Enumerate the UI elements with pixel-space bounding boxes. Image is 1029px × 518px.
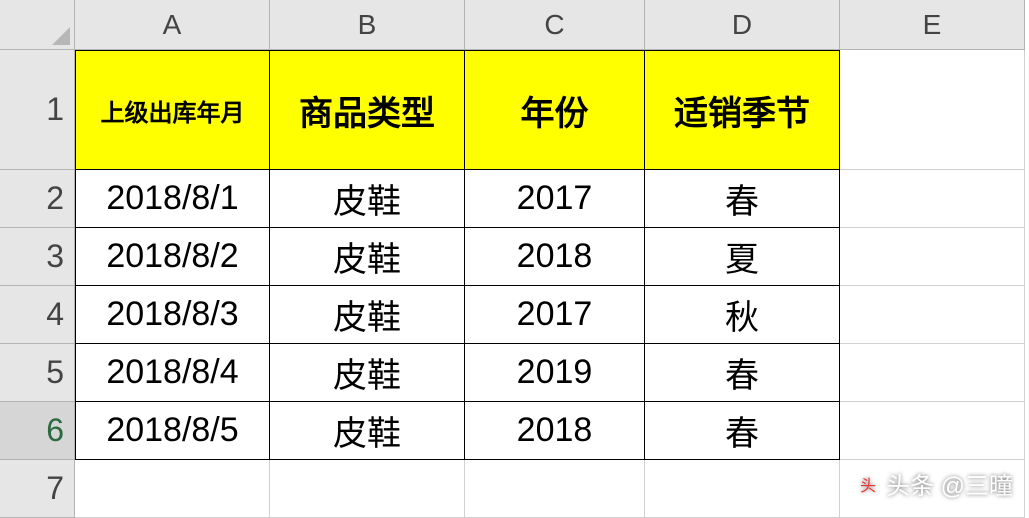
cell-C1[interactable]: 年份 xyxy=(465,50,645,170)
data-row: 6 2018/8/5 皮鞋 2018 春 xyxy=(0,402,1029,460)
cell-C7[interactable] xyxy=(465,460,645,518)
cell-B6[interactable]: 皮鞋 xyxy=(270,402,465,460)
cell-A1[interactable]: 上级出库年月 xyxy=(75,50,270,170)
cell-E3[interactable] xyxy=(840,228,1025,286)
watermark: 头 头条 @三曈 xyxy=(856,466,1013,501)
cell-A4[interactable]: 2018/8/3 xyxy=(75,286,270,344)
row-header-5[interactable]: 5 xyxy=(0,344,75,402)
cell-C4[interactable]: 2017 xyxy=(465,286,645,344)
cell-A2[interactable]: 2018/8/1 xyxy=(75,170,270,228)
cell-E1[interactable] xyxy=(840,50,1025,170)
cell-D1[interactable]: 适销季节 xyxy=(645,50,840,170)
data-row: 5 2018/8/4 皮鞋 2019 春 xyxy=(0,344,1029,402)
cell-C2[interactable]: 2017 xyxy=(465,170,645,228)
cell-D5[interactable]: 春 xyxy=(645,344,840,402)
cell-E4[interactable] xyxy=(840,286,1025,344)
col-header-C[interactable]: C xyxy=(465,0,645,50)
cell-B3[interactable]: 皮鞋 xyxy=(270,228,465,286)
cell-E5[interactable] xyxy=(840,344,1025,402)
cell-A7[interactable] xyxy=(75,460,270,518)
cell-B5[interactable]: 皮鞋 xyxy=(270,344,465,402)
cell-B7[interactable] xyxy=(270,460,465,518)
cell-A6[interactable]: 2018/8/5 xyxy=(75,402,270,460)
watermark-icon: 头 xyxy=(856,472,880,496)
data-row: 3 2018/8/2 皮鞋 2018 夏 xyxy=(0,228,1029,286)
cell-C5[interactable]: 2019 xyxy=(465,344,645,402)
col-header-A[interactable]: A xyxy=(75,0,270,50)
spreadsheet: A B C D E 1 上级出库年月 商品类型 年份 适销季节 2 2018/8… xyxy=(0,0,1029,518)
column-header-row: A B C D E xyxy=(0,0,1029,50)
cell-B2[interactable]: 皮鞋 xyxy=(270,170,465,228)
data-row: 2 2018/8/1 皮鞋 2017 春 xyxy=(0,170,1029,228)
cell-E2[interactable] xyxy=(840,170,1025,228)
row-header-1[interactable]: 1 xyxy=(0,50,75,170)
cell-B4[interactable]: 皮鞋 xyxy=(270,286,465,344)
col-header-D[interactable]: D xyxy=(645,0,840,50)
row-header-7[interactable]: 7 xyxy=(0,460,75,518)
cell-D6[interactable]: 春 xyxy=(645,402,840,460)
cell-D3[interactable]: 夏 xyxy=(645,228,840,286)
cell-B1[interactable]: 商品类型 xyxy=(270,50,465,170)
data-row: 4 2018/8/3 皮鞋 2017 秋 xyxy=(0,286,1029,344)
cell-A3[interactable]: 2018/8/2 xyxy=(75,228,270,286)
col-header-B[interactable]: B xyxy=(270,0,465,50)
cell-D4[interactable]: 秋 xyxy=(645,286,840,344)
select-all-corner[interactable] xyxy=(0,0,75,50)
cell-C3[interactable]: 2018 xyxy=(465,228,645,286)
cell-D7[interactable] xyxy=(645,460,840,518)
col-header-E[interactable]: E xyxy=(840,0,1025,50)
row-header-6[interactable]: 6 xyxy=(0,402,75,460)
row-header-3[interactable]: 3 xyxy=(0,228,75,286)
cell-D2[interactable]: 春 xyxy=(645,170,840,228)
cell-C6[interactable]: 2018 xyxy=(465,402,645,460)
watermark-text: 头条 @三曈 xyxy=(886,466,1013,501)
cell-E6[interactable] xyxy=(840,402,1025,460)
row-header-2[interactable]: 2 xyxy=(0,170,75,228)
cell-A5[interactable]: 2018/8/4 xyxy=(75,344,270,402)
row-header-4[interactable]: 4 xyxy=(0,286,75,344)
header-row: 1 上级出库年月 商品类型 年份 适销季节 xyxy=(0,50,1029,170)
